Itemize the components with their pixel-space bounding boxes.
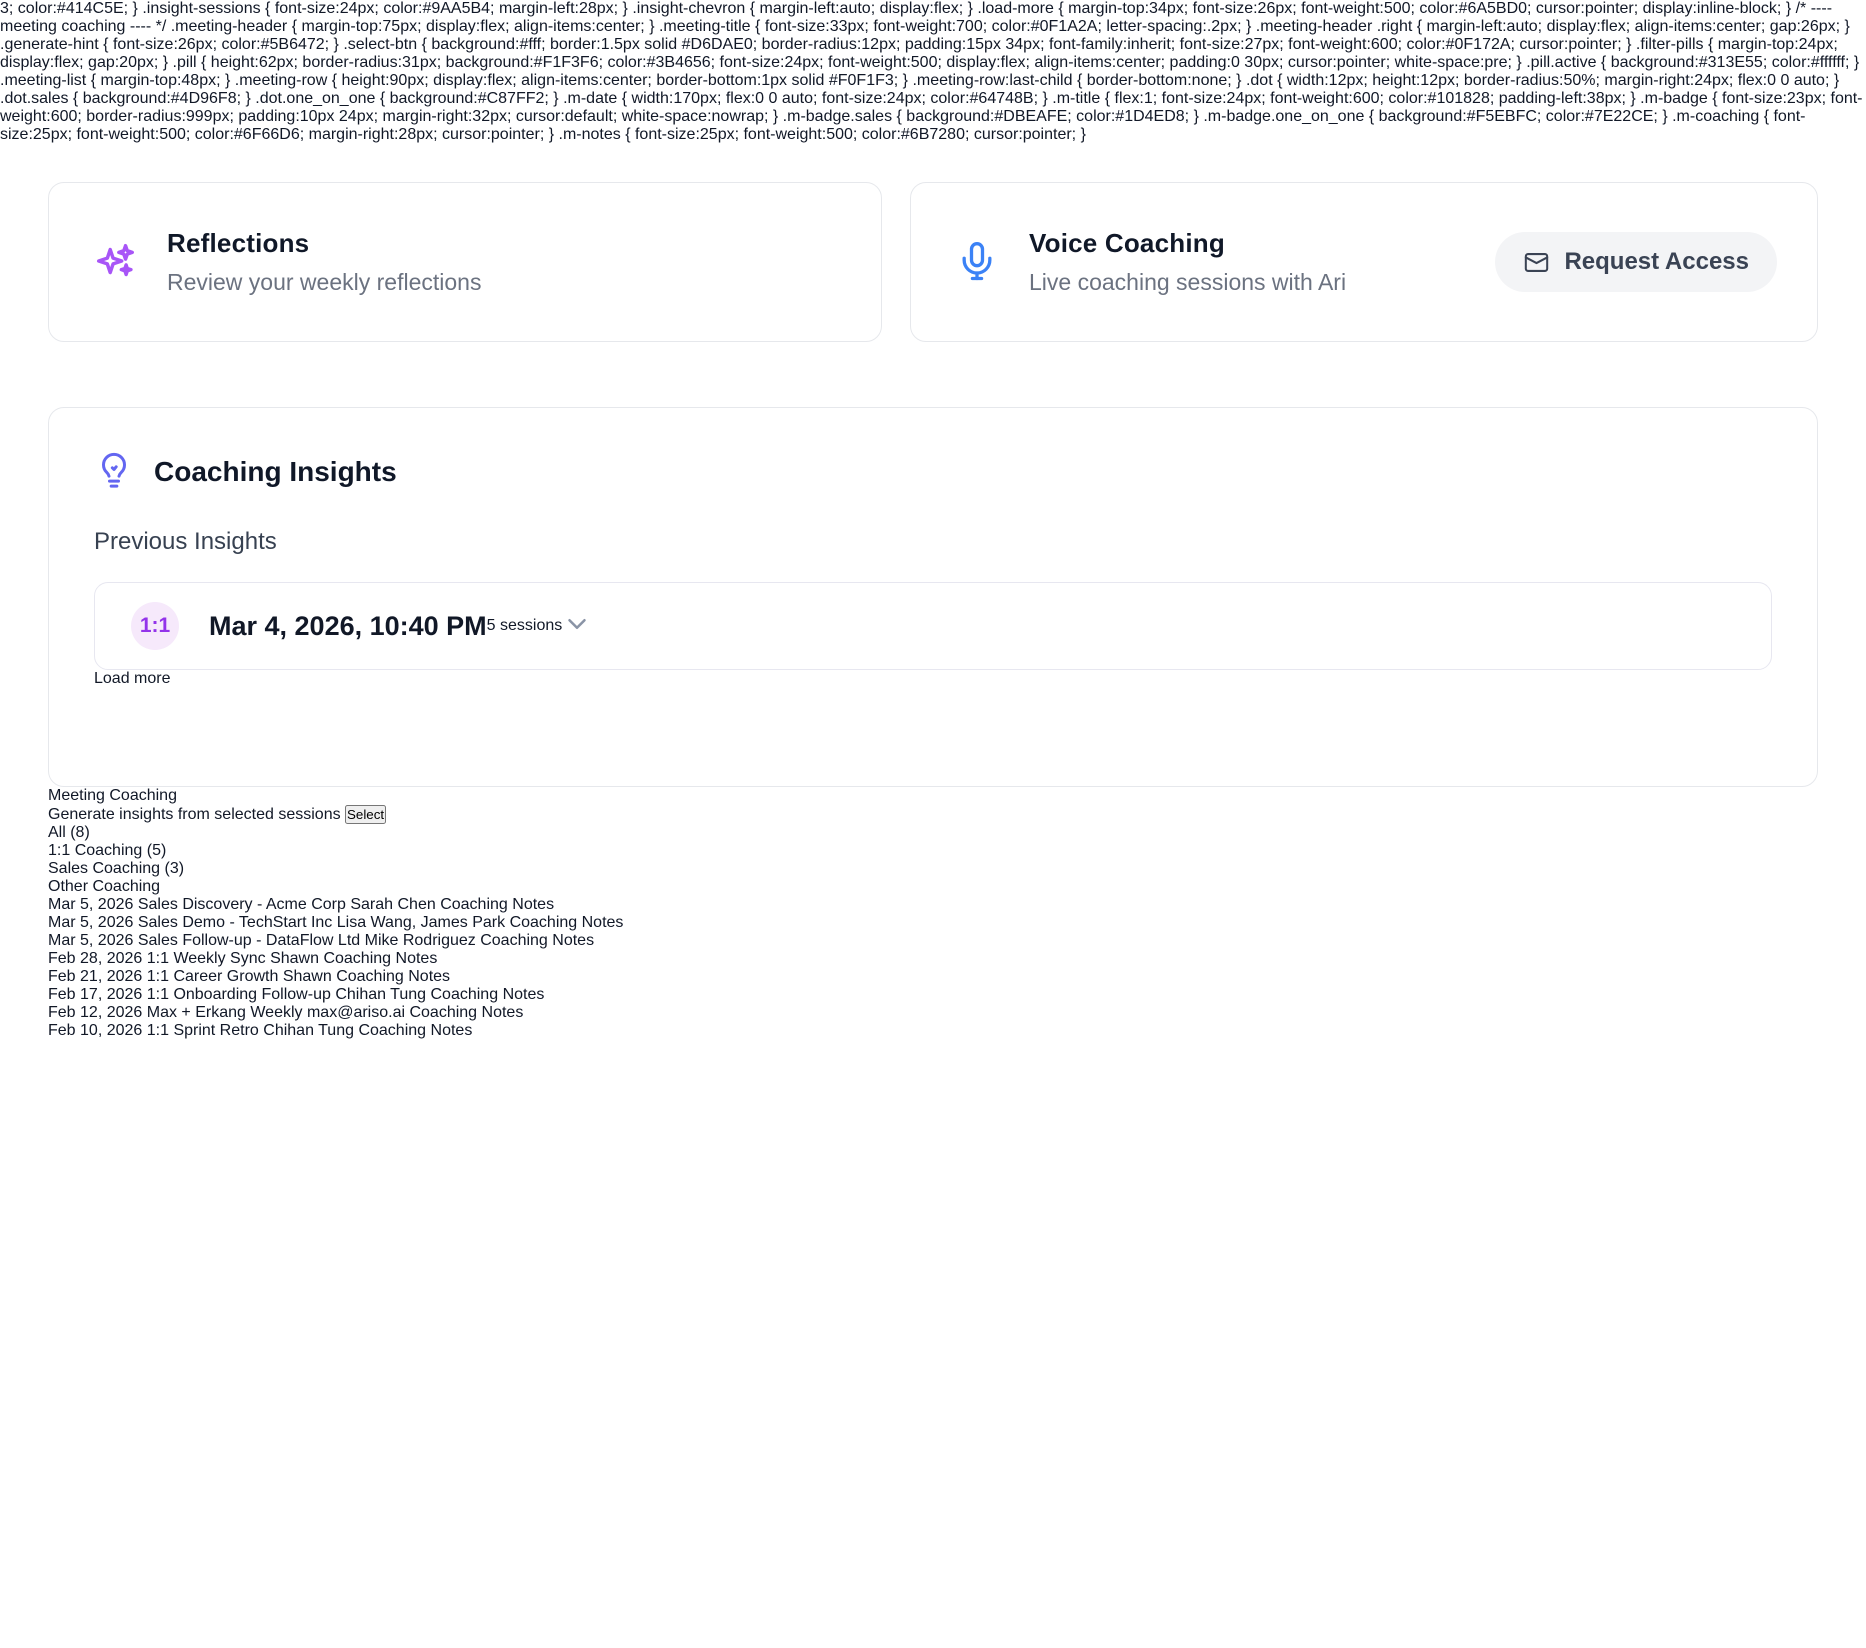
meeting-title: Max + Erkang Weekly [147,1004,303,1021]
meeting-date: Mar 5, 2026 [48,914,133,931]
notes-link[interactable]: Notes [408,968,450,985]
load-more-link[interactable]: Load more [94,670,171,687]
meeting-title: 1:1 Weekly Sync [147,950,266,967]
meeting-row[interactable]: Feb 28, 2026 1:1 Weekly Sync Shawn Coach… [48,950,1818,968]
coaching-link[interactable]: Coaching [358,1022,426,1039]
filter-pill[interactable]: Sales Coaching (3) [48,860,1818,878]
notes-link[interactable]: Notes [512,896,554,913]
meeting-row[interactable]: Mar 5, 2026 Sales Discovery - Acme Corp … [48,896,1818,914]
coaching-link[interactable]: Coaching [323,950,391,967]
notes-link[interactable]: Notes [582,914,624,931]
filter-pill-label: 1:1 Coaching (5) [48,842,166,859]
notes-link[interactable]: Notes [552,932,594,949]
insight-session-count: 5 sessions [487,617,563,635]
participants-badge: Chihan Tung [263,1022,354,1039]
coaching-link[interactable]: Coaching [409,1004,477,1021]
meeting-row[interactable]: Feb 10, 2026 1:1 Sprint Retro Chihan Tun… [48,1022,1818,1040]
reflections-text: Reflections Review your weekly reflectio… [167,228,481,296]
notes-link[interactable]: Notes [396,950,438,967]
meeting-title: Sales Follow-up - DataFlow Ltd [138,932,360,949]
microphone-icon [951,236,1003,288]
meeting-date: Mar 5, 2026 [48,896,133,913]
reflections-subtitle: Review your weekly reflections [167,269,481,296]
participants-badge: Lisa Wang, James Park [337,914,505,931]
meeting-date: Feb 10, 2026 [48,1022,142,1039]
coaching-insights-title: Coaching Insights [154,456,397,488]
coaching-insights-header: Coaching Insights [94,452,1772,492]
meeting-title: 1:1 Sprint Retro [147,1022,259,1039]
notes-link[interactable]: Notes [482,1004,524,1021]
meeting-date: Feb 28, 2026 [48,950,142,967]
meeting-date: Mar 5, 2026 [48,932,133,949]
participants-badge: Shawn [270,950,319,967]
voice-coaching-card[interactable]: Voice Coaching Live coaching sessions wi… [910,182,1818,342]
sparkles-icon [89,236,141,288]
coaching-insights-card: Coaching Insights Previous Insights 1:1 … [48,407,1818,787]
meeting-title: Sales Demo - TechStart Inc [138,914,332,931]
select-sessions-button[interactable]: Select [345,805,386,824]
filter-pill[interactable]: 1:1 Coaching (5) [48,842,1818,860]
insight-date: Mar 4, 2026, 10:40 PM [209,611,487,642]
notes-link[interactable]: Notes [431,1022,473,1039]
meeting-row[interactable]: Mar 5, 2026 Sales Demo - TechStart Inc L… [48,914,1818,932]
reflections-title: Reflections [167,228,481,259]
envelope-icon [1523,249,1550,276]
request-access-button[interactable]: Request Access [1495,232,1777,292]
filter-pill-label: Other Coaching [48,878,160,895]
meeting-row[interactable]: Feb 21, 2026 1:1 Career Growth Shawn Coa… [48,968,1818,986]
meeting-coaching-title: Meeting Coaching [48,787,1818,805]
meeting-date: Feb 17, 2026 [48,986,142,1003]
meeting-date: Feb 12, 2026 [48,1004,142,1021]
filter-pill-label: Sales Coaching (3) [48,860,184,877]
filter-pill-label: All (8) [48,824,90,841]
participants-badge: Chihan Tung [335,986,426,1003]
coaching-link[interactable]: Coaching [336,968,404,985]
meeting-row[interactable]: Feb 17, 2026 1:1 Onboarding Follow-up Ch… [48,986,1818,1004]
generate-insights-hint: Generate insights from selected sessions [48,806,341,823]
voice-coaching-text: Voice Coaching Live coaching sessions wi… [1029,228,1346,296]
coaching-page: Reflections Review your weekly reflectio… [0,144,1866,1040]
meeting-title: 1:1 Career Growth [147,968,279,985]
meeting-coaching-header: Meeting Coaching Generate insights from … [48,787,1818,824]
insight-row[interactable]: 1:1 Mar 4, 2026, 10:40 PM 5 sessions [94,582,1772,670]
participants-badge: Mike Rodriguez [365,932,476,949]
previous-insights-label: Previous Insights [94,528,1772,556]
insight-type-badge: 1:1 [131,602,179,650]
meeting-row[interactable]: Mar 5, 2026 Sales Follow-up - DataFlow L… [48,932,1818,950]
filter-pills: All (8)1:1 Coaching (5)Sales Coaching (3… [48,824,1818,896]
participants-badge: max@ariso.ai [307,1004,405,1021]
filter-pill[interactable]: Other Coaching [48,878,1818,896]
chevron-down-icon[interactable] [562,609,592,644]
meeting-date: Feb 21, 2026 [48,968,142,985]
request-access-label: Request Access [1564,248,1749,276]
meeting-list: Mar 5, 2026 Sales Discovery - Acme Corp … [48,896,1818,1040]
meeting-row[interactable]: Feb 12, 2026 Max + Erkang Weekly max@ari… [48,1004,1818,1022]
lightbulb-icon [94,452,134,492]
filter-pill[interactable]: All (8) [48,824,1818,842]
meeting-title: Sales Discovery - Acme Corp [138,896,346,913]
reflections-card[interactable]: Reflections Review your weekly reflectio… [48,182,882,342]
participants-badge: Shawn [283,968,332,985]
voice-coaching-title: Voice Coaching [1029,228,1346,259]
voice-coaching-subtitle: Live coaching sessions with Ari [1029,269,1346,296]
coaching-link[interactable]: Coaching [510,914,578,931]
participants-badge: Sarah Chen [350,896,435,913]
coaching-link[interactable]: Coaching [440,896,508,913]
meeting-title: 1:1 Onboarding Follow-up [147,986,331,1003]
coaching-link[interactable]: Coaching [480,932,548,949]
top-cards: Reflections Review your weekly reflectio… [48,182,1818,342]
notes-link[interactable]: Notes [503,986,545,1003]
coaching-link[interactable]: Coaching [431,986,499,1003]
